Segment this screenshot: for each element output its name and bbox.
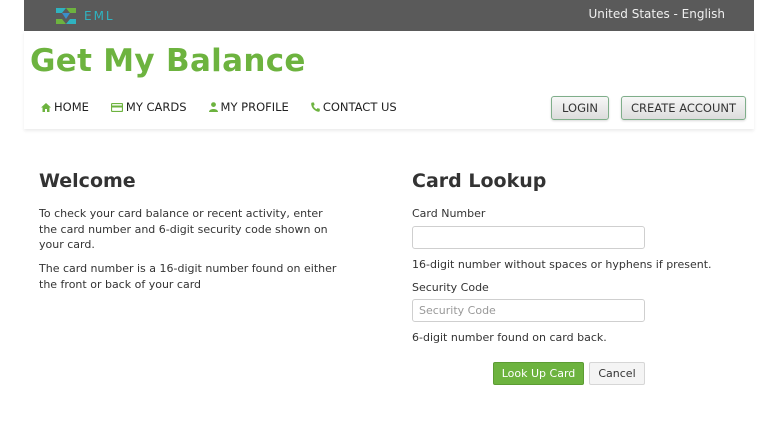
login-button[interactable]: LOGIN	[551, 96, 609, 120]
welcome-heading: Welcome	[39, 170, 136, 192]
security-code-help: 6-digit number found on card back.	[412, 331, 607, 344]
welcome-instructions: To check your card balance or recent act…	[39, 207, 328, 251]
site-header: Get My Balance HOME MY CARDS MY PROFILE	[24, 31, 754, 129]
create-account-button[interactable]: CREATE ACCOUNT	[621, 96, 746, 120]
card-number-label: Card Number	[412, 207, 486, 220]
card-lookup-heading: Card Lookup	[412, 170, 547, 192]
eml-logo[interactable]: EML	[54, 6, 115, 26]
eml-logo-icon	[56, 8, 76, 24]
look-up-card-button[interactable]: Look Up Card	[493, 362, 584, 385]
card-number-help: 16-digit number without spaces or hyphen…	[412, 258, 712, 271]
card-number-input[interactable]	[412, 226, 645, 249]
nav-home[interactable]: HOME	[41, 100, 89, 114]
phone-icon	[310, 102, 320, 112]
welcome-card-number-info: The card number is a 16-digit number fou…	[39, 262, 337, 291]
nav-my-cards-label: MY CARDS	[125, 100, 187, 114]
logo-text: EML	[84, 9, 115, 23]
user-icon	[208, 102, 218, 112]
nav-home-label: HOME	[54, 100, 89, 114]
locale-selector[interactable]: United States - English	[588, 7, 725, 21]
credit-card-icon	[110, 102, 123, 112]
nav-my-profile-label: MY PROFILE	[220, 100, 289, 114]
home-icon	[41, 102, 51, 112]
security-code-input[interactable]	[412, 299, 645, 322]
nav-my-profile[interactable]: MY PROFILE	[208, 100, 289, 114]
top-bar: EML United States - English	[24, 0, 754, 31]
main-nav: HOME MY CARDS MY PROFILE CONTACT US	[41, 100, 419, 114]
site-title: Get My Balance	[30, 43, 306, 79]
security-code-label: Security Code	[412, 281, 489, 294]
cancel-button[interactable]: Cancel	[589, 362, 645, 385]
nav-contact-us-label: CONTACT US	[322, 100, 397, 114]
nav-my-cards[interactable]: MY CARDS	[110, 100, 187, 114]
nav-contact-us[interactable]: CONTACT US	[310, 100, 397, 114]
